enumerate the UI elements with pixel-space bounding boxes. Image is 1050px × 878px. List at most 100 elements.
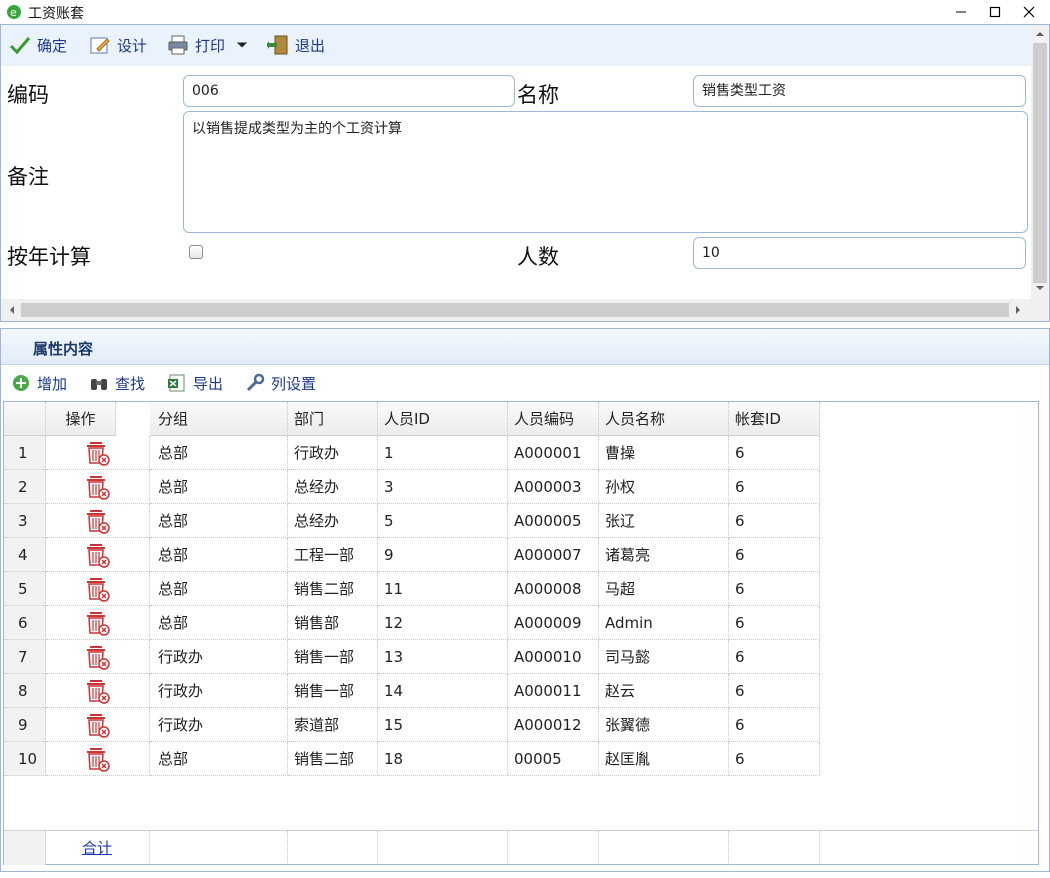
main-toolbar: 确定 设计 打印 退出 xyxy=(1,25,1031,66)
cell-person-id: 15 xyxy=(378,708,508,742)
cell-account-id: 6 xyxy=(729,674,820,708)
count-field[interactable]: 10 xyxy=(693,237,1026,269)
members-grid: 操作 分组 部门 人员ID 人员编码 人员名称 帐套ID 1 总部 行政办 1 A000… xyxy=(3,401,1039,865)
delete-row-icon[interactable] xyxy=(84,575,112,603)
exit-door-icon xyxy=(267,35,288,55)
horizontal-scroll-thumb[interactable] xyxy=(21,303,1009,317)
cell-account-id: 6 xyxy=(729,708,820,742)
add-label: 增加 xyxy=(37,374,68,393)
title-bar: e 工资账套 xyxy=(0,0,1050,24)
delete-row-icon[interactable] xyxy=(84,711,112,739)
check-icon xyxy=(9,37,31,55)
export-button[interactable]: 导出 xyxy=(167,372,223,394)
exit-label: 退出 xyxy=(295,36,326,55)
delete-row-icon[interactable] xyxy=(84,439,112,467)
cell-person-name: 司马懿 xyxy=(599,640,729,674)
scroll-up-icon[interactable] xyxy=(1035,29,1045,39)
table-row[interactable]: 9 行政办 索道部 15 A000012 张翼德 6 xyxy=(4,708,1038,742)
add-button[interactable]: 增加 xyxy=(11,372,67,394)
cell-dept: 销售一部 xyxy=(288,640,378,674)
row-number: 2 xyxy=(4,470,46,504)
table-row[interactable]: 5 总部 销售二部 11 A000008 马超 6 xyxy=(4,572,1038,606)
header-person-name[interactable]: 人员名称 xyxy=(599,402,729,436)
cell-account-id: 6 xyxy=(729,572,820,606)
cell-dept: 总经办 xyxy=(288,504,378,538)
cell-action xyxy=(46,538,150,572)
header-account-id[interactable]: 帐套ID xyxy=(729,402,820,436)
design-button[interactable]: 设计 xyxy=(89,33,147,57)
header-dept[interactable]: 部门 xyxy=(288,402,378,436)
footer-rownum xyxy=(4,831,46,865)
close-button[interactable] xyxy=(1006,0,1050,24)
cell-person-code: A000010 xyxy=(508,640,599,674)
table-row[interactable]: 4 总部 工程一部 9 A000007 诸葛亮 6 xyxy=(4,538,1038,572)
cell-person-id: 13 xyxy=(378,640,508,674)
footer-cell xyxy=(378,831,508,865)
vertical-scroll-thumb[interactable] xyxy=(1033,43,1047,283)
total-link[interactable]: 合计 xyxy=(82,839,112,857)
exit-button[interactable]: 退出 xyxy=(267,33,325,57)
cell-dept: 行政办 xyxy=(288,436,378,470)
table-row[interactable]: 7 行政办 销售一部 13 A000010 司马懿 6 xyxy=(4,640,1038,674)
cell-dept: 销售二部 xyxy=(288,742,378,776)
cell-action xyxy=(46,470,150,504)
cell-account-id: 6 xyxy=(729,640,820,674)
header-person-code[interactable]: 人员编码 xyxy=(508,402,599,436)
header-group[interactable]: 分组 xyxy=(150,402,288,436)
delete-row-icon[interactable] xyxy=(84,677,112,705)
scroll-right-icon[interactable] xyxy=(1013,305,1023,315)
cell-account-id: 6 xyxy=(729,470,820,504)
delete-row-icon[interactable] xyxy=(84,473,112,501)
add-icon xyxy=(13,375,29,391)
table-row[interactable]: 10 总部 销售二部 18 00005 赵匡胤 6 xyxy=(4,742,1038,776)
confirm-button[interactable]: 确定 xyxy=(9,33,67,57)
name-field[interactable]: 销售类型工资 xyxy=(693,75,1026,107)
delete-row-icon[interactable] xyxy=(84,643,112,671)
cell-dept: 索道部 xyxy=(288,708,378,742)
delete-row-icon[interactable] xyxy=(84,745,112,773)
table-row[interactable]: 8 行政办 销售一部 14 A000011 赵云 6 xyxy=(4,674,1038,708)
footer-total-cell: 合计 xyxy=(46,831,150,865)
footer-cell xyxy=(729,831,820,865)
delete-row-icon[interactable] xyxy=(84,541,112,569)
grid-footer-row: 合计 xyxy=(4,830,1038,865)
print-label: 打印 xyxy=(195,36,226,55)
cell-action xyxy=(46,436,150,470)
find-button[interactable]: 查找 xyxy=(89,372,145,394)
horizontal-scrollbar[interactable] xyxy=(1,299,1031,321)
name-label: 名称 xyxy=(517,83,559,107)
attributes-header: 属性内容 xyxy=(1,329,1049,365)
cell-action xyxy=(46,606,150,640)
delete-row-icon[interactable] xyxy=(84,609,112,637)
code-field[interactable]: 006 xyxy=(183,75,515,107)
cell-person-id: 18 xyxy=(378,742,508,776)
scroll-left-icon[interactable] xyxy=(7,305,17,315)
cell-group: 总部 xyxy=(150,538,288,572)
cell-group: 行政办 xyxy=(150,708,288,742)
column-settings-label: 列设置 xyxy=(271,374,317,393)
header-action[interactable]: 操作 xyxy=(46,402,116,436)
table-row[interactable]: 6 总部 销售部 12 A000009 Admin 6 xyxy=(4,606,1038,640)
cell-person-id: 12 xyxy=(378,606,508,640)
by-year-checkbox[interactable] xyxy=(189,245,203,259)
remark-textarea[interactable]: 以销售提成类型为主的个工资计算 xyxy=(183,111,1028,233)
cell-group: 总部 xyxy=(150,572,288,606)
table-row[interactable]: 3 总部 总经办 5 A000005 张辽 6 xyxy=(4,504,1038,538)
table-row[interactable]: 1 总部 行政办 1 A000001 曹操 6 xyxy=(4,436,1038,470)
column-settings-button[interactable]: 列设置 xyxy=(245,372,316,394)
delete-row-icon[interactable] xyxy=(84,507,112,535)
footer-cell xyxy=(508,831,599,865)
row-number: 4 xyxy=(4,538,46,572)
vertical-scrollbar[interactable] xyxy=(1031,25,1049,299)
footer-cell xyxy=(150,831,288,865)
cell-group: 总部 xyxy=(150,742,288,776)
row-number: 9 xyxy=(4,708,46,742)
print-button[interactable]: 打印 xyxy=(167,33,255,57)
scroll-down-icon[interactable] xyxy=(1035,283,1045,293)
cell-person-code: A000009 xyxy=(508,606,599,640)
attributes-title: 属性内容 xyxy=(33,340,94,358)
chevron-down-icon xyxy=(236,42,248,48)
cell-action xyxy=(46,742,150,776)
table-row[interactable]: 2 总部 总经办 3 A000003 孙权 6 xyxy=(4,470,1038,504)
header-person-id[interactable]: 人员ID xyxy=(378,402,508,436)
